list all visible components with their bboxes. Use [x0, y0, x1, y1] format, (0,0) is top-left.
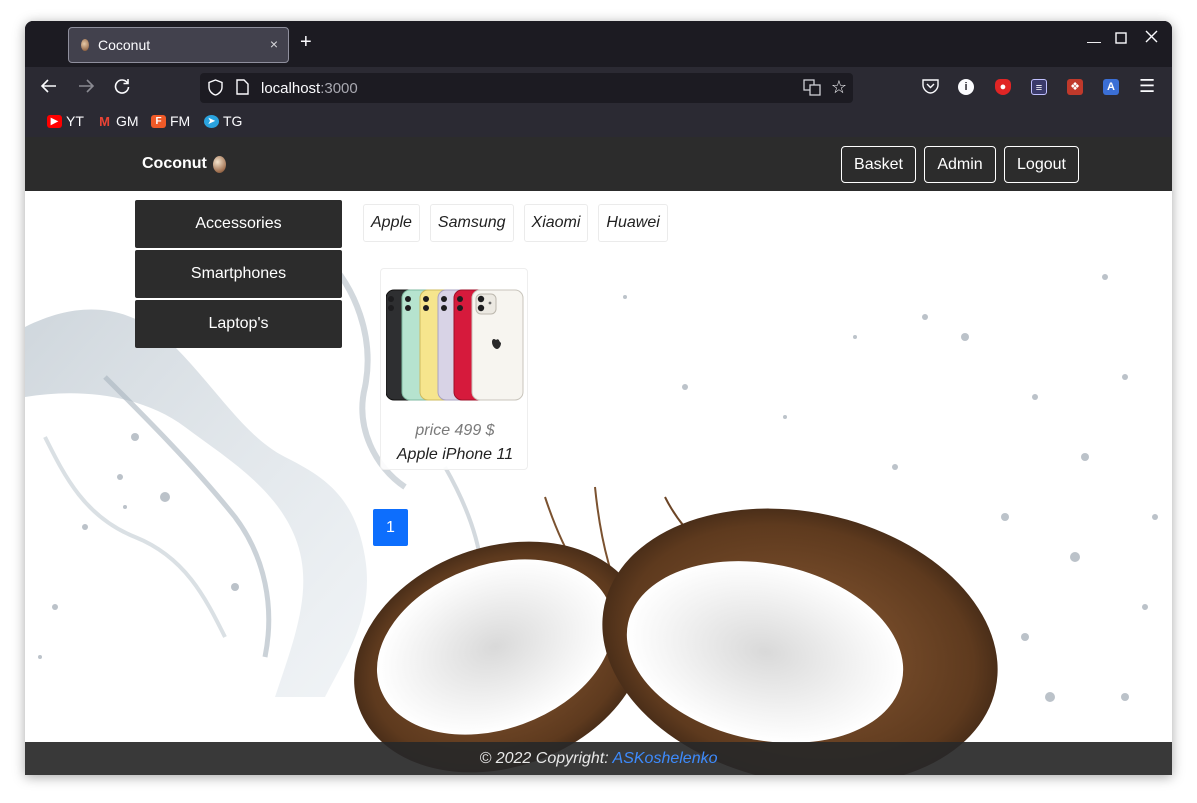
- tab-title: Coconut: [98, 37, 151, 53]
- reload-icon[interactable]: [113, 77, 131, 99]
- bookmark-star-icon[interactable]: ☆: [831, 77, 847, 98]
- bookmark-label: TG: [223, 113, 243, 129]
- brand-name: Coconut: [142, 155, 207, 172]
- brand-apple[interactable]: Apple: [363, 204, 420, 242]
- bookmarks-bar: ▶ YT M GM F FM ➤ TG: [25, 107, 1172, 137]
- page-icon: [236, 79, 249, 98]
- bookmark-label: FM: [170, 113, 191, 129]
- product-name: Apple iPhone 11: [396, 446, 514, 463]
- grid-extension-icon[interactable]: ≡: [1031, 79, 1047, 95]
- brand-xiaomi[interactable]: Xiaomi: [523, 204, 589, 242]
- pocket-icon[interactable]: [922, 78, 939, 98]
- bookmark-tg[interactable]: ➤ TG: [204, 113, 242, 129]
- brand-huawei[interactable]: Huawei: [598, 204, 668, 242]
- window-close-icon[interactable]: [1145, 30, 1158, 46]
- youtube-icon: ▶: [47, 114, 62, 128]
- bookmark-label: GM: [116, 113, 139, 129]
- bookmark-yt[interactable]: ▶ YT: [47, 113, 84, 129]
- site-brand[interactable]: Coconut: [142, 155, 226, 173]
- category-list: Accessories Smartphones Laptop's: [135, 200, 342, 350]
- category-item-smartphones[interactable]: Smartphones: [135, 250, 342, 298]
- product-card[interactable]: price 499 $ Apple iPhone 11: [380, 268, 528, 470]
- browser-window: Coconut × + — localhost:3000 ☆ i ● ≡ ❖ A…: [25, 21, 1172, 775]
- iphone-product-image: [386, 289, 524, 401]
- url-text[interactable]: localhost:3000: [261, 80, 358, 97]
- footer-copyright: © 2022 Copyright:: [479, 750, 613, 767]
- new-tab-button[interactable]: +: [300, 32, 312, 52]
- ublock-extension-icon[interactable]: ●: [995, 79, 1011, 95]
- tab-strip: Coconut × + —: [25, 21, 1172, 67]
- gmail-icon: M: [99, 113, 110, 129]
- footer-author-link[interactable]: ASKoshelenko: [613, 750, 718, 767]
- site-navbar: Coconut Basket Admin Logout: [25, 137, 1172, 191]
- forward-arrow-icon[interactable]: [77, 77, 95, 99]
- site-footer: © 2022 Copyright: ASKoshelenko: [25, 742, 1172, 775]
- category-item-accessories[interactable]: Accessories: [135, 200, 342, 248]
- brand-filter: Apple Samsung Xiaomi Huawei: [363, 204, 668, 242]
- product-price: price 499 $: [415, 422, 495, 439]
- puzzle-extension-icon[interactable]: ❖: [1067, 79, 1083, 95]
- maximize-icon[interactable]: [1115, 31, 1127, 47]
- browser-tab[interactable]: Coconut ×: [68, 27, 289, 63]
- page-viewport: Coconut Basket Admin Logout Accessories …: [25, 137, 1172, 775]
- bookmark-gm[interactable]: M GM: [97, 113, 139, 129]
- shield-icon[interactable]: [208, 79, 223, 99]
- admin-button[interactable]: Admin: [924, 146, 996, 183]
- pagination-page-1[interactable]: 1: [373, 509, 408, 546]
- fm-icon: F: [151, 114, 166, 128]
- basket-button[interactable]: Basket: [841, 146, 916, 183]
- bookmark-fm[interactable]: F FM: [151, 113, 190, 129]
- brand-samsung[interactable]: Samsung: [429, 204, 514, 242]
- translate-icon[interactable]: [803, 79, 821, 99]
- category-item-laptops[interactable]: Laptop's: [135, 300, 342, 348]
- address-bar[interactable]: localhost:3000 ☆: [200, 73, 853, 103]
- minimize-icon[interactable]: —: [1087, 33, 1101, 49]
- coconut-favicon-icon: [81, 39, 89, 51]
- back-arrow-icon[interactable]: [40, 77, 58, 99]
- info-extension-icon[interactable]: i: [958, 79, 974, 95]
- logout-button[interactable]: Logout: [1004, 146, 1079, 183]
- tab-close-icon[interactable]: ×: [270, 36, 278, 52]
- bookmark-label: YT: [66, 113, 84, 129]
- translate-extension-icon[interactable]: A: [1103, 79, 1119, 95]
- coconut-logo-icon: [212, 155, 226, 173]
- browser-toolbar: localhost:3000 ☆ i ● ≡ ❖ A ☰: [25, 67, 1172, 107]
- telegram-icon: ➤: [204, 114, 219, 128]
- menu-icon[interactable]: ☰: [1139, 76, 1155, 96]
